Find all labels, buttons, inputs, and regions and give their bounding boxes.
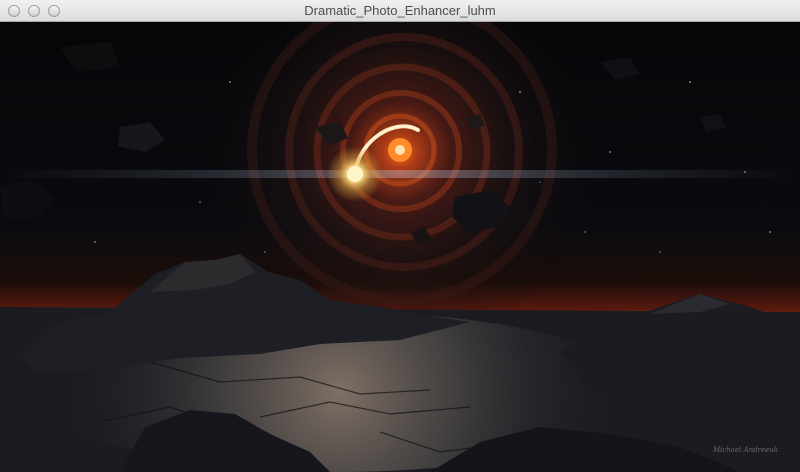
space-scene-image: [0, 22, 800, 472]
lens-flare: [0, 170, 800, 178]
app-window: Dramatic_Photo_Enhancer_luhm Michael And…: [0, 0, 800, 472]
image-canvas: Michael Andreeuk: [0, 22, 800, 472]
window-title: Dramatic_Photo_Enhancer_luhm: [304, 3, 496, 18]
title-bar[interactable]: Dramatic_Photo_Enhancer_luhm: [0, 0, 800, 22]
artist-signature: Michael Andreeuk: [712, 446, 778, 454]
